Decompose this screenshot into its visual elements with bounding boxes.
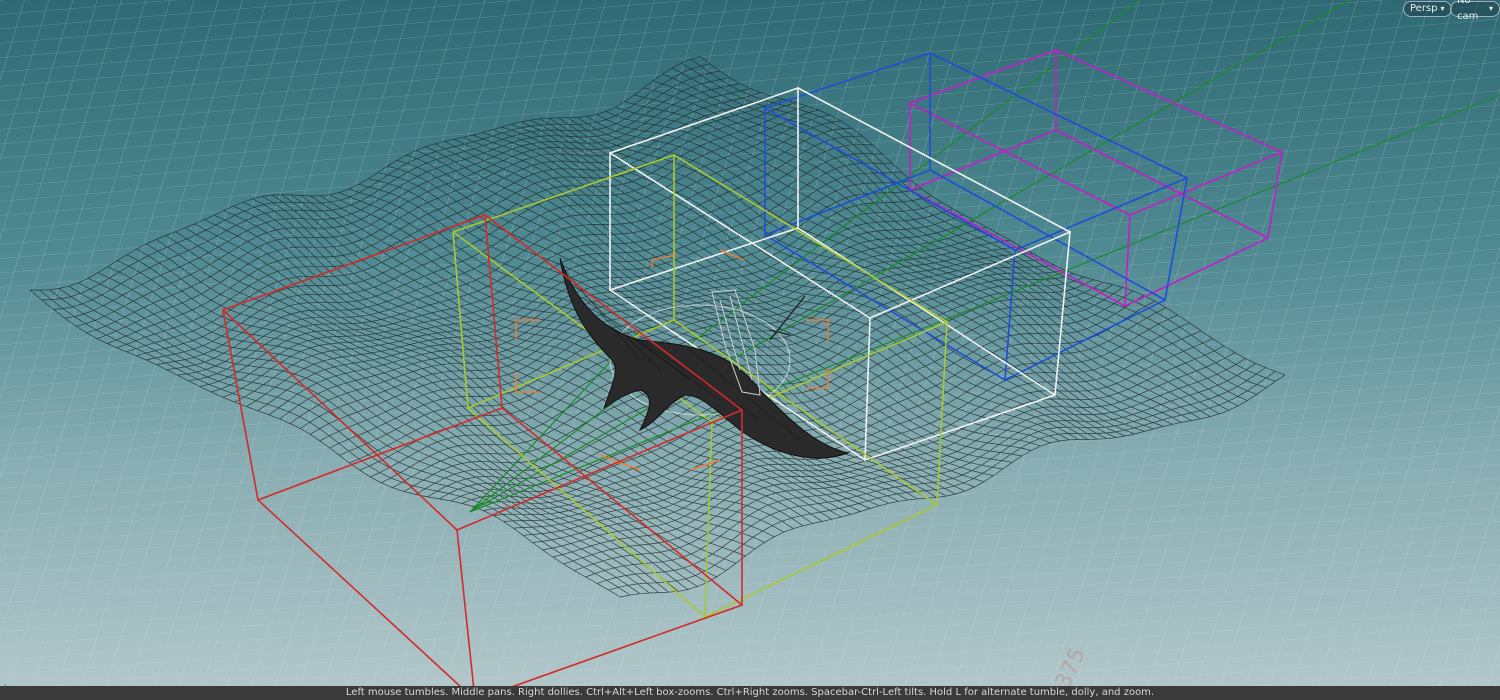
dropdown-arrow-icon: ▾ (1440, 4, 1445, 13)
view-menu-button[interactable]: Persp ▾ (1403, 1, 1452, 17)
camera-menu-label: No cam (1457, 0, 1479, 22)
viewport-status-hint: Left mouse tumbles. Middle pans. Right d… (0, 686, 1500, 700)
scene-canvas[interactable]: 375 (0, 0, 1500, 700)
camera-menu-button[interactable]: No cam ▾ (1450, 0, 1500, 22)
3d-viewport[interactable]: 375 Persp ▾ No cam ▾ Left mouse tumbles.… (0, 0, 1500, 700)
dropdown-arrow-icon: ▾ (1488, 4, 1493, 13)
view-menu-label: Persp (1410, 3, 1438, 14)
